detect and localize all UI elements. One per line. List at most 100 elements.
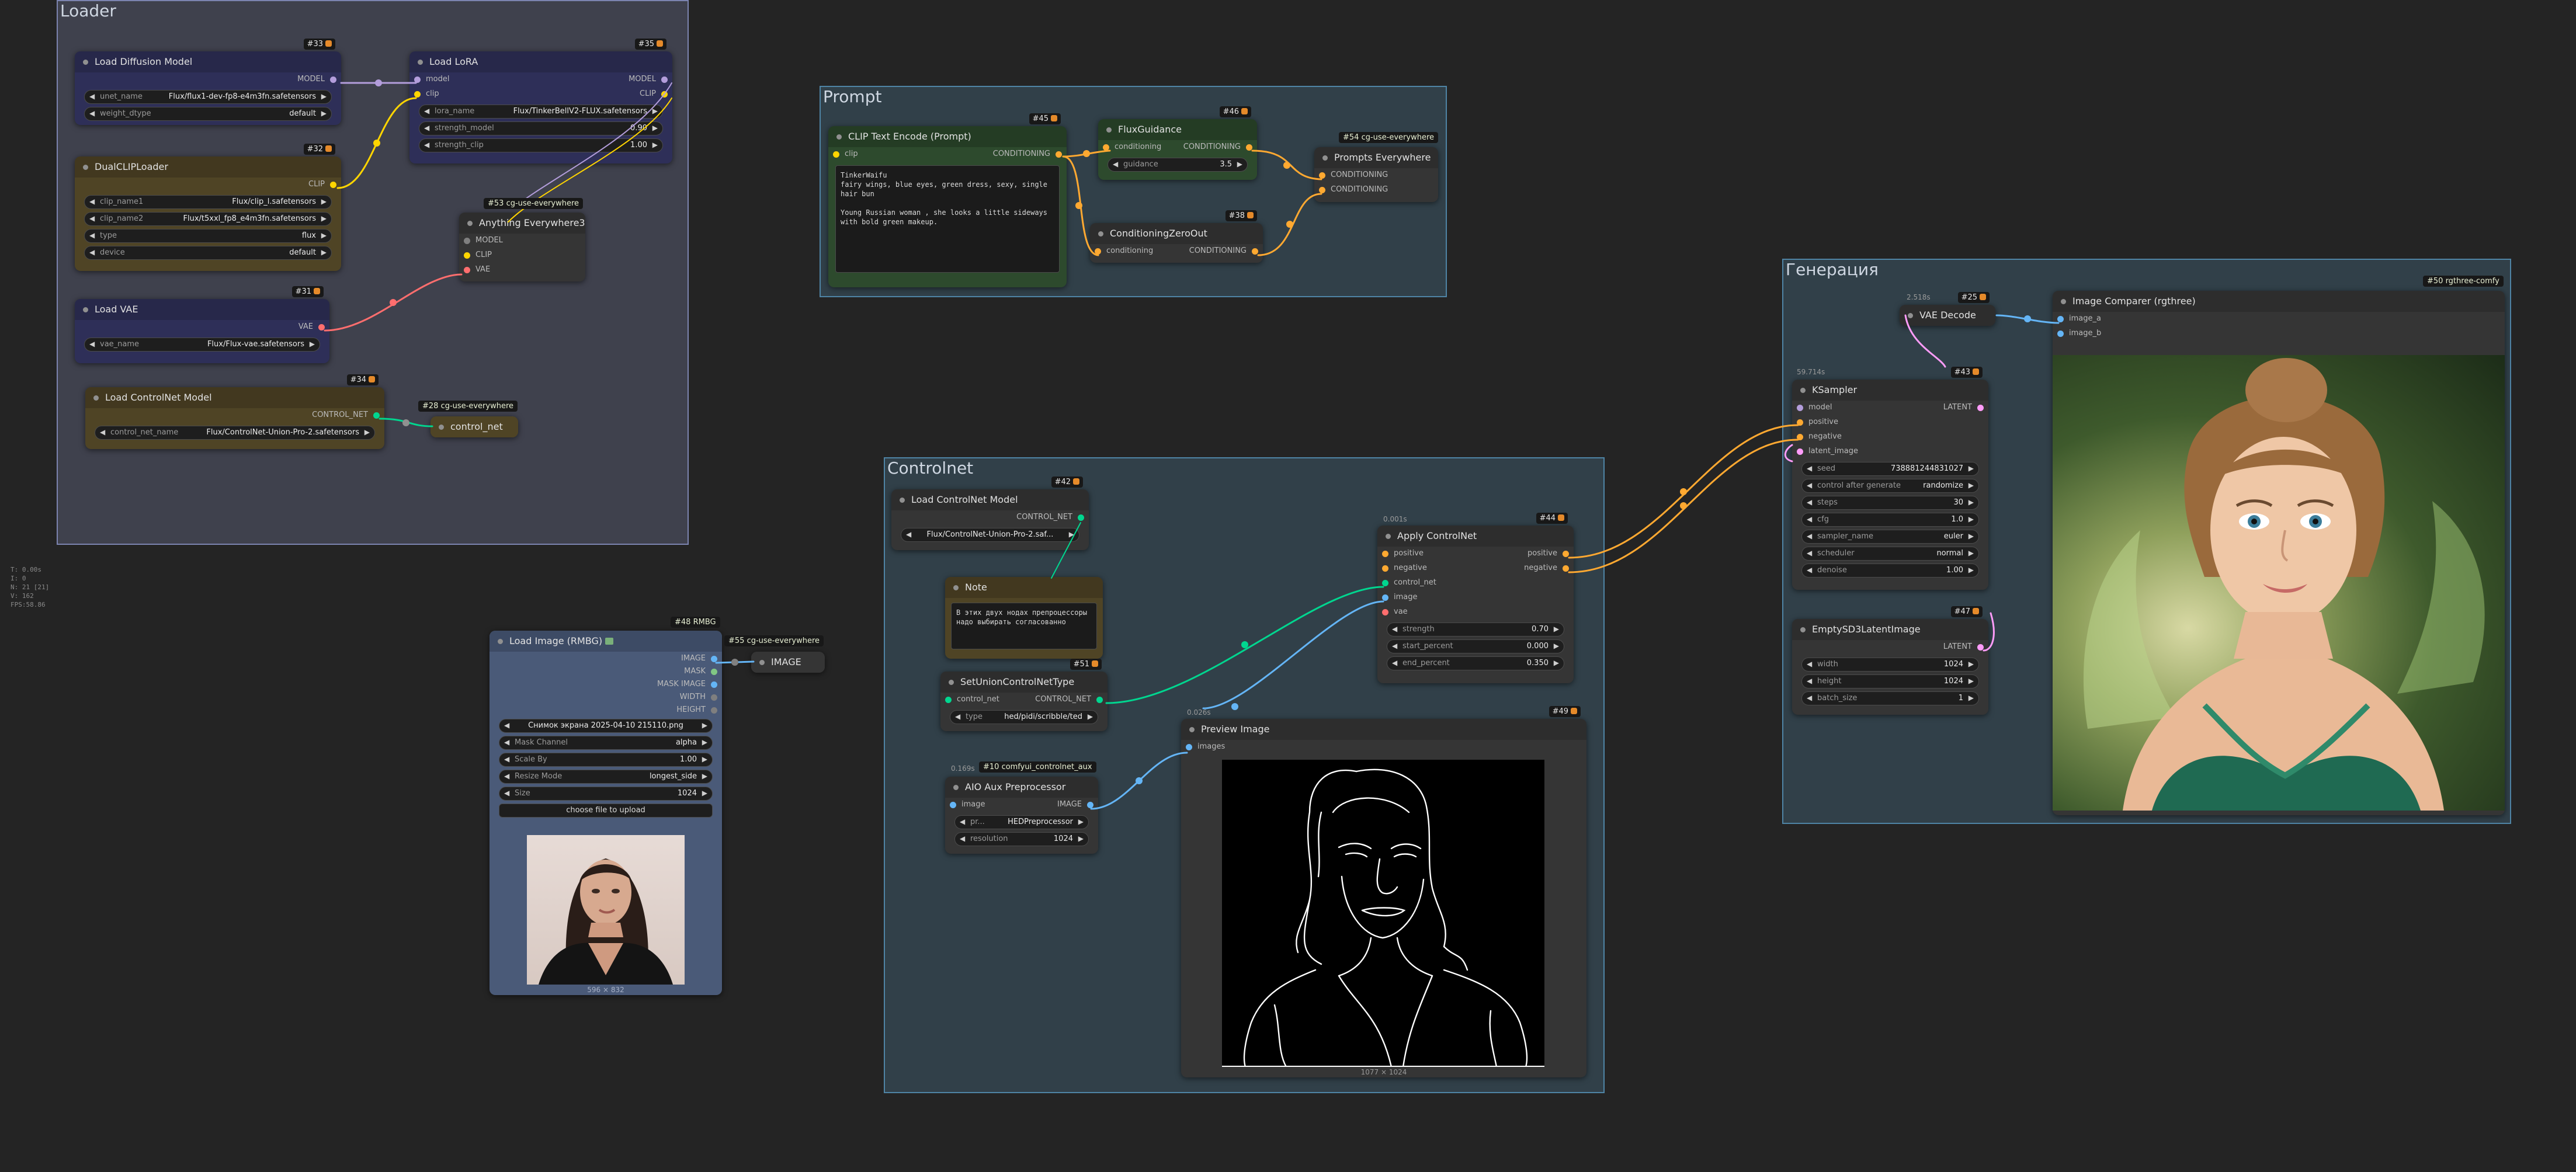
- denoise-widget[interactable]: ◀ denoise 1.00 ▶: [1801, 564, 1979, 578]
- conditioning-zero-out-node[interactable]: #38 ConditioningZeroOut conditioning COND…: [1090, 210, 1263, 263]
- compared-image[interactable]: [2053, 355, 2505, 811]
- output-slot-width[interactable]: WIDTH: [489, 690, 722, 703]
- control-after-generate-widget[interactable]: ◀ control after generate randomize ▶: [1801, 479, 1979, 493]
- image-file-widget[interactable]: ◀ Снимок экрана 2025-04-10 215110.png ▶: [499, 719, 713, 733]
- node-title[interactable]: ConditioningZeroOut: [1090, 223, 1263, 244]
- slot-row-conditioning[interactable]: conditioning CONDITIONING: [1098, 140, 1257, 155]
- width-widget[interactable]: ◀ width 1024 ▶: [1801, 658, 1979, 672]
- control-net-name-widget[interactable]: ◀ control_net_name Flux/ControlNet-Union-P…: [95, 426, 375, 440]
- node-title[interactable]: control_net: [431, 416, 518, 437]
- height-widget[interactable]: ◀ height 1024 ▶: [1801, 674, 1979, 688]
- dualclip-loader-node[interactable]: #32 DualCLIPLoader CLIP ◀ clip_name1 Flux/…: [75, 144, 341, 271]
- input-slot-negative[interactable]: negative: [1792, 430, 1988, 444]
- load-lora-node[interactable]: #35 Load LoRA model MODEL clip CLIP ◀ lora_…: [409, 39, 672, 164]
- node-title[interactable]: Prompts Everywhere: [1314, 147, 1438, 168]
- strength-model-widget[interactable]: ◀ strength_model 0.90 ▶: [419, 121, 663, 135]
- input-slot-vae[interactable]: vae: [1377, 605, 1574, 620]
- scale-by-widget[interactable]: ◀ Scale By 1.00 ▶: [499, 753, 713, 767]
- output-slot-latent[interactable]: LATENT: [1792, 640, 1988, 655]
- input-slot-positive[interactable]: positive: [1792, 415, 1988, 430]
- node-title[interactable]: AIO Aux Preprocessor: [945, 777, 1098, 798]
- device-widget[interactable]: ◀ device default ▶: [84, 246, 332, 260]
- node-title[interactable]: Load ControlNet Model: [891, 489, 1089, 510]
- prompts-everywhere-node[interactable]: Prompts Everywhere CONDITIONING CONDITIO…: [1314, 147, 1438, 202]
- clip-name1-widget[interactable]: ◀ clip_name1 Flux/clip_l.safetensors ▶: [84, 195, 332, 209]
- upload-button[interactable]: choose file to upload: [499, 804, 713, 818]
- sampler-name-widget[interactable]: ◀ sampler_name euler ▶: [1801, 530, 1979, 544]
- load-controlnet-model-node[interactable]: #42 Load ControlNet Model CONTROL_NET ◀ F…: [891, 477, 1089, 550]
- node-title[interactable]: Preview Image: [1181, 719, 1586, 740]
- load-controlnet-model-node[interactable]: #34 Load ControlNet Model CONTROL_NET ◀ c…: [85, 374, 384, 449]
- lora-name-widget[interactable]: ◀ lora_name Flux/TinkerBellV2-FLUX.safeten…: [419, 105, 663, 119]
- node-title[interactable]: Note: [945, 577, 1103, 598]
- type-widget[interactable]: ◀ type hed/pidi/scribble/ted ▶: [950, 710, 1098, 724]
- slot-row-clip[interactable]: clip CLIP: [409, 87, 672, 102]
- input-slot-image[interactable]: image: [1377, 590, 1574, 605]
- scheduler-widget[interactable]: ◀ scheduler normal ▶: [1801, 547, 1979, 561]
- input-slot-images[interactable]: images: [1181, 740, 1586, 754]
- node-title[interactable]: Load VAE: [75, 299, 329, 320]
- node-title[interactable]: EmptySD3LatentImage: [1792, 619, 1988, 640]
- note-node[interactable]: Note В этих двух нодах препроцессоры над…: [945, 577, 1103, 659]
- input-slot-model[interactable]: MODEL: [459, 234, 585, 248]
- output-slot-model[interactable]: MODEL: [75, 72, 341, 87]
- note-textarea[interactable]: В этих двух нодах препроцессоры надо выб…: [951, 603, 1097, 649]
- input-slot-image-a[interactable]: image_a: [2053, 312, 2505, 326]
- weight-dtype-widget[interactable]: ◀ weight_dtype default ▶: [84, 107, 332, 121]
- vae-name-widget[interactable]: ◀ vae_name Flux/Flux-vae.safetensors ▶: [84, 338, 320, 352]
- strength-widget[interactable]: ◀ strength 0.70 ▶: [1387, 622, 1564, 637]
- input-slot-conditioning[interactable]: CONDITIONING: [1314, 183, 1438, 197]
- node-title[interactable]: VAE Decode: [1900, 305, 1995, 326]
- node-title[interactable]: Anything Everywhere3: [459, 213, 585, 234]
- resize-mode-widget[interactable]: ◀ Resize Mode longest_side ▶: [499, 770, 713, 784]
- control-net-name-widget[interactable]: ◀ Flux/ControlNet-Union-Pro-2.saf... ▶: [901, 528, 1079, 542]
- input-slot-latent-image[interactable]: latent_image: [1792, 444, 1988, 459]
- empty-sd3-latent-image-node[interactable]: #47 EmptySD3LatentImage LATENT ◀ width 102…: [1792, 606, 1988, 715]
- output-slot-vae[interactable]: VAE: [75, 320, 329, 335]
- steps-widget[interactable]: ◀ steps 30 ▶: [1801, 496, 1979, 510]
- input-slot-conditioning[interactable]: CONDITIONING: [1314, 168, 1438, 183]
- node-title[interactable]: SetUnionControlNetType: [940, 672, 1108, 693]
- flux-guidance-node[interactable]: #46 FluxGuidance conditioning CONDITIONIN…: [1098, 106, 1257, 180]
- slot-row-image[interactable]: image IMAGE: [945, 798, 1098, 812]
- slot-row-positive[interactable]: positive positive: [1377, 547, 1574, 561]
- node-title[interactable]: Image Comparer (rgthree): [2053, 291, 2505, 312]
- input-slot-vae[interactable]: VAE: [459, 263, 585, 277]
- aio-aux-preprocessor-node[interactable]: AIO Aux Preprocessor image IMAGE ◀ pr... HE…: [945, 777, 1098, 854]
- load-vae-node[interactable]: #31 Load VAE VAE ◀ vae_name Flux/Flux-vae.…: [75, 286, 329, 363]
- input-slot-image-b[interactable]: image_b: [2053, 326, 2505, 341]
- node-title[interactable]: CLIP Text Encode (Prompt): [828, 126, 1067, 147]
- output-slot-mask-image[interactable]: MASK IMAGE: [489, 677, 722, 690]
- prompt-textarea[interactable]: TinkerWaifu fairy wings, blue eyes, gree…: [835, 165, 1060, 273]
- node-title[interactable]: Apply ControlNet: [1377, 526, 1574, 547]
- strength-clip-widget[interactable]: ◀ strength_clip 1.00 ▶: [419, 138, 663, 152]
- seed-widget[interactable]: ◀ seed 738881244831027 ▶: [1801, 462, 1979, 476]
- resolution-widget[interactable]: ◀ resolution 1024 ▶: [954, 832, 1089, 846]
- slot-row-negative[interactable]: negative negative: [1377, 561, 1574, 576]
- slot-row-conditioning[interactable]: conditioning CONDITIONING: [1090, 244, 1263, 259]
- type-widget[interactable]: ◀ type flux ▶: [84, 229, 332, 243]
- clip-text-encode-node[interactable]: #45 CLIP Text Encode (Prompt) clip CONDIT…: [828, 113, 1067, 287]
- node-canvas[interactable]: Loader Prompt Controlnet Генерация #33 L…: [0, 0, 2576, 1172]
- slot-row-model[interactable]: model LATENT: [1792, 401, 1988, 415]
- input-slot-clip[interactable]: CLIP: [459, 248, 585, 263]
- output-slot-control-net[interactable]: CONTROL_NET: [85, 408, 384, 423]
- node-title[interactable]: FluxGuidance: [1098, 119, 1257, 140]
- preprocessor-widget[interactable]: ◀ pr... HEDPreprocessor ▶: [954, 815, 1089, 829]
- output-slot-mask[interactable]: MASK: [489, 665, 722, 677]
- ksampler-node[interactable]: #43 KSampler model LATENT positive negati…: [1792, 367, 1988, 590]
- end-percent-widget[interactable]: ◀ end_percent 0.350 ▶: [1387, 656, 1564, 670]
- node-title[interactable]: Load Diffusion Model: [75, 51, 341, 72]
- node-title[interactable]: DualCLIPLoader: [75, 157, 341, 178]
- batch-size-widget[interactable]: ◀ batch_size 1 ▶: [1801, 691, 1979, 705]
- apply-controlnet-node[interactable]: #44 Apply ControlNet positive positive ne…: [1377, 513, 1574, 683]
- node-title[interactable]: Load ControlNet Model: [85, 387, 384, 408]
- mask-channel-widget[interactable]: ◀ Mask Channel alpha ▶: [499, 736, 713, 750]
- node-title[interactable]: KSampler: [1792, 380, 1988, 401]
- node-title[interactable]: Load LoRA: [409, 51, 672, 72]
- load-diffusion-model-node[interactable]: #33 Load Diffusion Model MODEL ◀ unet_nam…: [75, 39, 341, 125]
- load-image-rmbg-node[interactable]: Load Image (RMBG) IMAGE MASK MASK IMAGE …: [489, 631, 722, 995]
- image-everywhere-node[interactable]: IMAGE: [751, 652, 825, 673]
- node-title[interactable]: IMAGE: [751, 652, 825, 673]
- input-slot-control-net[interactable]: control_net: [1377, 576, 1574, 590]
